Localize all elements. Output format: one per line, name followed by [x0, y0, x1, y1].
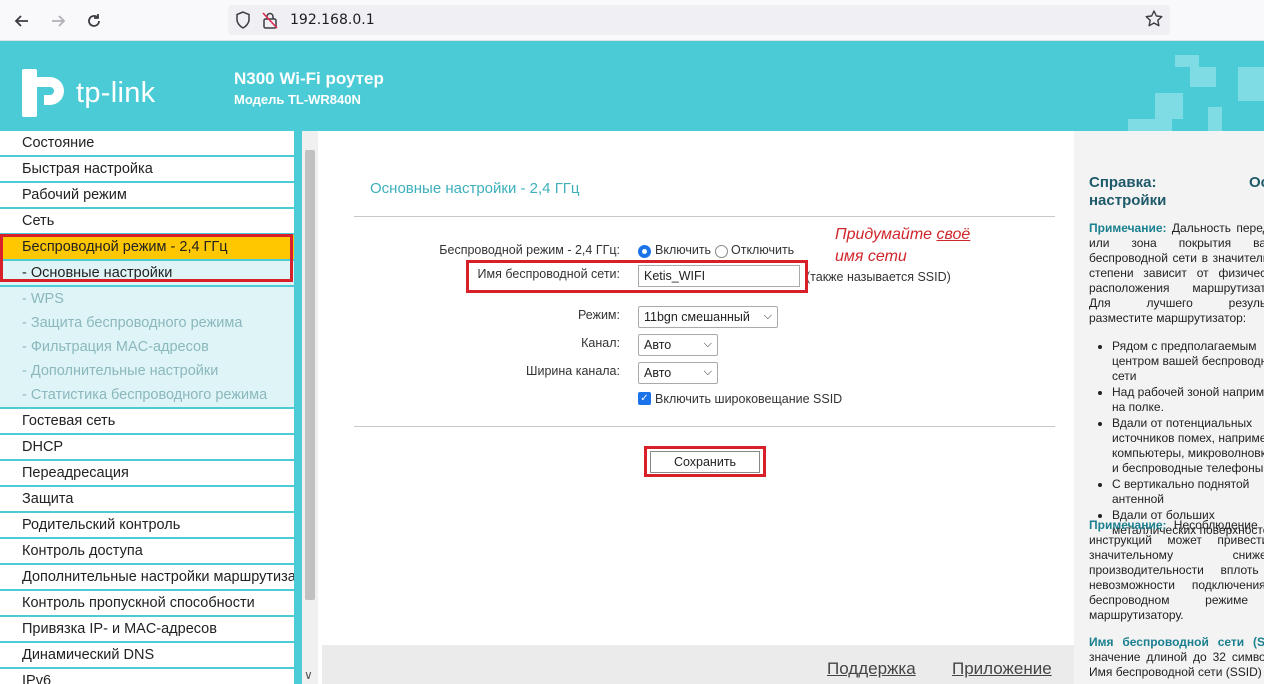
- browser-toolbar: 192.168.0.1: [0, 0, 1264, 41]
- help-bullet: С вертикально поднятой антенной: [1112, 477, 1264, 507]
- help-note-1-label: Примечание:: [1089, 221, 1167, 235]
- product-model: Модель TL-WR840N: [234, 92, 361, 107]
- help-note-2-text: Несоблюдение этих инструкций может приве…: [1089, 518, 1264, 622]
- highlight-box-ssid: [466, 260, 808, 293]
- chevron-down-icon: ⌵: [703, 366, 712, 378]
- page-title: Основные настройки - 2,4 ГГц: [370, 180, 580, 197]
- help-note-3: Имя беспроводной сети (SSID) значение дл…: [1089, 635, 1264, 680]
- help-title: Справка: Ос настройки: [1089, 174, 1264, 210]
- channel-width-select-value: Авто: [644, 366, 672, 380]
- enable-radio[interactable]: [638, 245, 651, 258]
- annotation-line1a: Придумайте: [835, 226, 937, 243]
- wireless-mode-label: Беспроводной режим - 2,4 ГГц:: [439, 243, 620, 257]
- channel-label: Канал:: [581, 336, 620, 350]
- help-note-2: Примечание: Несоблюдение этих инструкций…: [1089, 518, 1264, 623]
- enable-radio-label[interactable]: Включить: [655, 243, 711, 257]
- mode-label: Режим:: [577, 308, 620, 322]
- shield-icon[interactable]: [235, 11, 251, 29]
- channel-width-label: Ширина канала:: [526, 364, 620, 378]
- ssid-broadcast-label[interactable]: Включить широковещание SSID: [655, 392, 842, 406]
- chevron-down-icon: ⌵: [763, 310, 772, 322]
- sidebar-item-bandwidth-control[interactable]: Контроль пропускной способности: [0, 591, 296, 617]
- sidebar-item-network[interactable]: Сеть: [0, 209, 296, 235]
- sidebar-item-advanced-routing[interactable]: Дополнительные настройки маршрутизатора: [0, 565, 296, 591]
- help-bullet: Над рабочей зоной например, на полке.: [1112, 385, 1264, 415]
- app-link[interactable]: Приложение: [952, 659, 1052, 679]
- forward-icon[interactable]: [45, 8, 71, 34]
- sidebar-item-dhcp[interactable]: DHCP: [0, 435, 296, 461]
- mode-select-value: 11bgn смешанный: [644, 310, 750, 324]
- sidebar-subitem-statistics[interactable]: - Статистика беспроводного режима: [0, 383, 296, 409]
- support-link[interactable]: Поддержка: [827, 659, 916, 679]
- help-note-2-label: Примечание:: [1089, 518, 1167, 532]
- router-header: tp-link N300 Wi-Fi роутер Модель TL-WR84…: [0, 41, 1264, 131]
- channel-select[interactable]: Авто ⌵: [638, 334, 718, 356]
- reload-icon[interactable]: [81, 8, 107, 34]
- header-decoration: [1238, 67, 1264, 101]
- help-note-3-text: значение длиной до 32 символов. Имя бесп…: [1089, 650, 1264, 679]
- help-panel: Справка: Ос настройки Примечание: Дальнос…: [1074, 131, 1264, 684]
- mode-select[interactable]: 11bgn смешанный ⌵: [638, 306, 778, 328]
- sidebar-item-quick-setup[interactable]: Быстрая настройка: [0, 157, 296, 183]
- channel-select-value: Авто: [644, 338, 672, 352]
- help-note-1-text: Дальность передачи или зона покрытия ваш…: [1089, 221, 1264, 325]
- help-bullets: Рядом с предполагаемым центром вашей бес…: [1112, 339, 1264, 539]
- sidebar-subitem-wireless-security[interactable]: - Защита беспроводного режима: [0, 311, 296, 335]
- sidebar-item-access-control[interactable]: Контроль доступа: [0, 539, 296, 565]
- annotation-line1b: своё: [936, 226, 971, 243]
- scroll-down-icon[interactable]: ∨: [304, 668, 313, 682]
- sidebar-item-ddns[interactable]: Динамический DNS: [0, 643, 296, 669]
- logo-text: tp-link: [76, 77, 156, 109]
- sidebar-divider: [294, 131, 302, 684]
- divider: [354, 426, 1055, 427]
- help-title-line1: Справка:: [1089, 174, 1157, 191]
- sidebar-menu: Состояние Быстрая настройка Рабочий режи…: [0, 131, 296, 684]
- help-title-line2: настройки: [1089, 192, 1167, 209]
- back-icon[interactable]: [9, 8, 35, 34]
- sidebar-item-ip-mac-binding[interactable]: Привязка IP- и MAC-адресов: [0, 617, 296, 643]
- annotation-text: Придумайте своё имя сети: [835, 224, 970, 268]
- sidebar-subitem-wps[interactable]: - WPS: [0, 287, 296, 311]
- main-content: [318, 131, 1074, 684]
- header-decoration: [1190, 67, 1216, 87]
- sidebar-subitem-mac-filter[interactable]: - Фильтрация MAC-адресов: [0, 335, 296, 359]
- header-decoration: [1208, 107, 1222, 131]
- header-decoration: [1128, 119, 1172, 131]
- sidebar-subitem-advanced[interactable]: - Дополнительные настройки: [0, 359, 296, 383]
- sidebar-item-guest-network[interactable]: Гостевая сеть: [0, 409, 296, 435]
- highlight-box-menu: [0, 234, 293, 282]
- help-note-3-label: Имя беспроводной сети (SSID): [1089, 635, 1264, 649]
- help-title-line1b: Ос: [1249, 174, 1264, 191]
- annotation-line2: имя сети: [835, 248, 907, 265]
- divider: [354, 216, 1055, 217]
- sidebar-scroll-thumb[interactable]: [305, 150, 315, 600]
- bookmark-star-icon[interactable]: [1144, 9, 1164, 29]
- ssid-broadcast-checkbox[interactable]: ✓: [638, 392, 651, 405]
- sidebar-item-operation-mode[interactable]: Рабочий режим: [0, 183, 296, 209]
- sidebar-item-security[interactable]: Защита: [0, 487, 296, 513]
- disable-radio-label[interactable]: Отключить: [731, 243, 794, 257]
- help-note-1: Примечание: Дальность передачи или зона …: [1089, 221, 1264, 326]
- tp-link-logo-icon: [22, 69, 74, 124]
- header-decoration: [1155, 93, 1183, 119]
- sidebar-item-status[interactable]: Состояние: [0, 131, 296, 157]
- chevron-down-icon: ⌵: [703, 338, 712, 350]
- sidebar-item-forwarding[interactable]: Переадресация: [0, 461, 296, 487]
- help-bullet: Рядом с предполагаемым центром вашей бес…: [1112, 339, 1264, 384]
- insecure-lock-icon[interactable]: [262, 11, 278, 29]
- sidebar-item-parental-control[interactable]: Родительский контроль: [0, 513, 296, 539]
- help-bullet: Вдали от потенциальных источников помех,…: [1112, 416, 1264, 476]
- disable-radio[interactable]: [715, 245, 728, 258]
- url-text[interactable]: 192.168.0.1: [290, 12, 375, 28]
- channel-width-select[interactable]: Авто ⌵: [638, 362, 718, 384]
- highlight-box-save: [644, 446, 766, 477]
- sidebar-item-ipv6[interactable]: IPv6: [0, 669, 296, 684]
- product-title: N300 Wi-Fi роутер: [234, 69, 384, 88]
- ssid-hint: (также называется SSID): [806, 270, 951, 284]
- header-decoration: [1175, 55, 1199, 67]
